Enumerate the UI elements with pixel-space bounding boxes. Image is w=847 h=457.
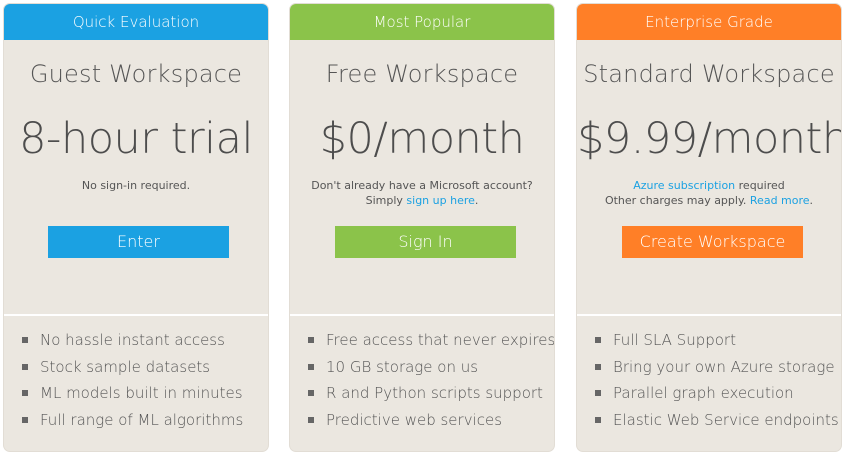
feature-item: Stock sample datasets xyxy=(4,354,268,381)
feature-text: R and Python scripts support xyxy=(326,384,543,402)
bullet-icon xyxy=(595,337,601,343)
feature-list: Full SLA Support Bring your own Azure st… xyxy=(577,327,841,433)
feature-item: R and Python scripts support xyxy=(290,380,554,407)
desc-line-2: Simply sign up here. xyxy=(290,193,554,208)
pricing-card-standard: Enterprise Grade Standard Workspace $9.9… xyxy=(577,4,841,451)
desc-text: Simply xyxy=(365,194,407,207)
feature-section: No hassle instant access Stock sample da… xyxy=(4,316,268,433)
feature-text: Bring your own Azure storage xyxy=(613,357,835,376)
desc-line-1: Azure subscription required xyxy=(577,178,841,193)
feature-section: Full SLA Support Bring your own Azure st… xyxy=(577,316,841,433)
read-more-link[interactable]: Read more xyxy=(750,194,810,207)
feature-item: ML models built in minutes xyxy=(4,380,268,407)
feature-text: Stock sample datasets xyxy=(40,357,211,376)
feature-item: Parallel graph execution xyxy=(577,380,841,407)
create-workspace-button[interactable]: Create Workspace xyxy=(622,226,803,258)
desc-text: Other charges may apply. xyxy=(604,194,750,207)
card-banner: Most Popular xyxy=(290,4,554,40)
pricing-card-free: Most Popular Free Workspace $0/month Don… xyxy=(290,4,554,451)
bullet-icon xyxy=(308,363,314,370)
feature-item: Full SLA Support xyxy=(577,327,841,354)
feature-text: Full range of ML algorithms xyxy=(40,410,244,429)
plan-description: Azure subscription required Other charge… xyxy=(577,178,841,208)
plan-price: $0/month xyxy=(319,114,525,164)
bullet-icon xyxy=(22,390,28,396)
feature-text: Free access that never expires xyxy=(326,331,554,349)
feature-list: No hassle instant access Stock sample da… xyxy=(4,327,268,433)
feature-section: Free access that never expires 10 GB sto… xyxy=(290,316,554,433)
plan-title: Guest Workspace xyxy=(29,60,243,88)
feature-list: Free access that never expires 10 GB sto… xyxy=(290,327,554,433)
desc-text: required xyxy=(735,179,785,192)
feature-text: Parallel graph execution xyxy=(613,384,794,402)
desc-text: . xyxy=(809,194,814,207)
feature-item: 10 GB storage on us xyxy=(290,354,554,381)
sign-in-button[interactable]: Sign In xyxy=(335,226,516,258)
feature-item: Bring your own Azure storage xyxy=(577,354,841,381)
card-top: Guest Workspace 8-hour trial No sign-in … xyxy=(4,40,268,314)
pricing-card-guest: Quick Evaluation Guest Workspace 8-hour … xyxy=(4,4,268,451)
bullet-icon xyxy=(308,337,314,343)
plan-description: No sign-in required. xyxy=(4,178,268,193)
desc-line-2: Other charges may apply. Read more. xyxy=(577,193,841,208)
bullet-icon xyxy=(308,416,314,423)
desc-line-1: Don't already have a Microsoft account? xyxy=(311,179,533,192)
bullet-icon xyxy=(308,390,314,396)
sign-up-link[interactable]: sign up here xyxy=(406,194,474,207)
bullet-icon xyxy=(595,390,601,396)
bullet-icon xyxy=(22,337,28,343)
card-banner: Enterprise Grade xyxy=(577,4,841,40)
card-top: Free Workspace $0/month Don't already ha… xyxy=(290,40,554,314)
feature-item: Free access that never expires xyxy=(290,327,554,354)
bullet-icon xyxy=(22,363,28,370)
desc-line-1: No sign-in required. xyxy=(81,179,191,192)
bullet-icon xyxy=(22,416,28,423)
feature-text: No hassle instant access xyxy=(40,331,225,349)
plan-title: Free Workspace xyxy=(325,60,519,88)
bullet-icon xyxy=(595,416,601,423)
azure-subscription-link[interactable]: Azure subscription xyxy=(633,179,735,192)
feature-text: Elastic Web Service endpoints xyxy=(613,410,839,429)
plan-title: Standard Workspace xyxy=(583,60,835,88)
feature-item: Elastic Web Service endpoints xyxy=(577,407,841,434)
bullet-icon xyxy=(595,363,601,370)
feature-text: Predictive web services xyxy=(326,410,503,429)
enter-button[interactable]: Enter xyxy=(48,226,229,258)
plan-price: $9.99/month xyxy=(577,114,841,164)
feature-item: Full range of ML algorithms xyxy=(4,407,268,434)
feature-text: ML models built in minutes xyxy=(40,384,243,402)
feature-item: No hassle instant access xyxy=(4,327,268,354)
feature-item: Predictive web services xyxy=(290,407,554,434)
card-top: Standard Workspace $9.99/month Azure sub… xyxy=(577,40,841,314)
feature-text: 10 GB storage on us xyxy=(326,357,479,376)
plan-price: 8-hour trial xyxy=(19,114,253,164)
plan-description: Don't already have a Microsoft account? … xyxy=(290,178,554,208)
feature-text: Full SLA Support xyxy=(613,331,736,349)
desc-text: . xyxy=(474,194,479,207)
card-banner: Quick Evaluation xyxy=(4,4,268,40)
